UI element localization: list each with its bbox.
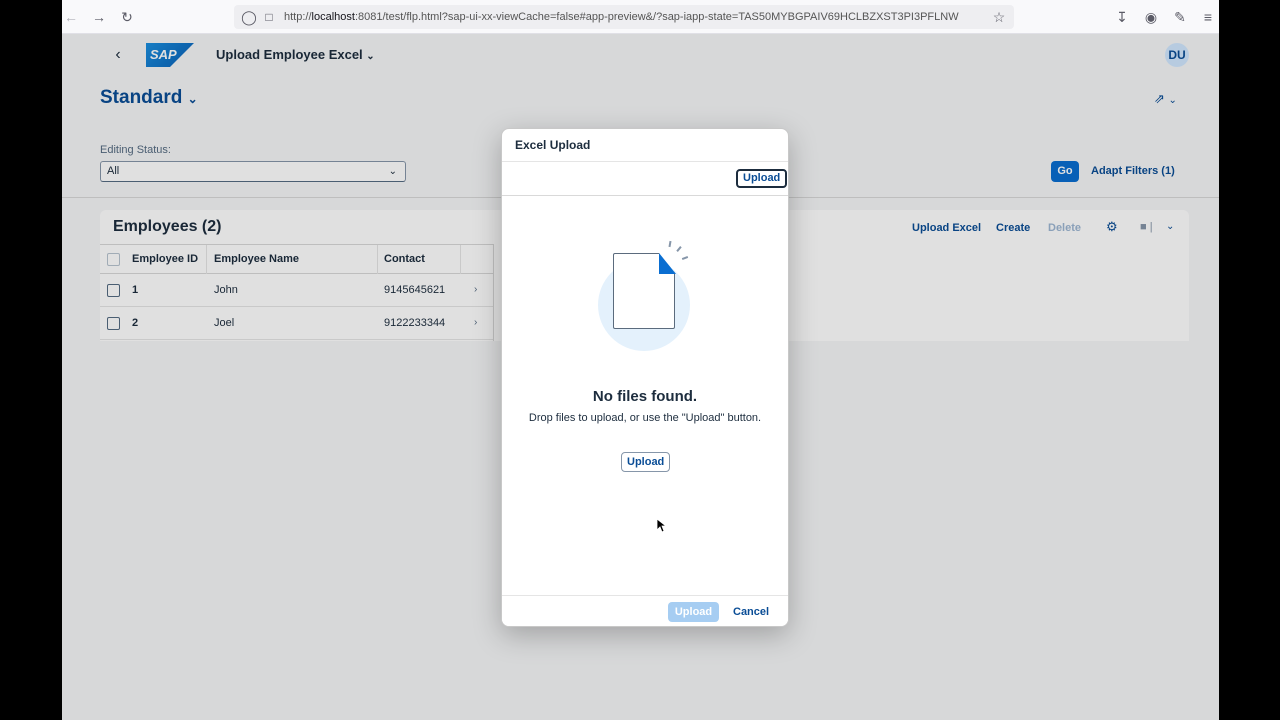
browser-forward-icon[interactable]: → <box>90 8 108 26</box>
shield-icon[interactable]: ◯ <box>240 8 258 26</box>
downloads-icon[interactable]: ↧ <box>1113 8 1131 26</box>
browser-back-icon[interactable]: ← <box>62 8 80 26</box>
footer-upload-button[interactable]: Upload <box>668 602 719 622</box>
empty-state-hint: Drop files to upload, or use the "Upload… <box>528 412 762 424</box>
account-icon[interactable]: ◉ <box>1142 8 1160 26</box>
menu-icon[interactable]: ≡ <box>1199 8 1217 26</box>
dialog-footer: Upload Cancel <box>502 595 788 626</box>
url-text[interactable]: http://localhost:8081/test/flp.html?sap-… <box>284 5 984 29</box>
address-bar[interactable]: ◯ □ http://localhost:8081/test/flp.html?… <box>234 5 1014 29</box>
center-upload-button[interactable]: Upload <box>621 452 671 472</box>
dialog-title: Excel Upload <box>515 138 591 152</box>
sparkle-mark <box>668 240 672 248</box>
empty-state-title: No files found. <box>592 388 698 405</box>
app-frame: ← → ↻ ◯ □ http://localhost:8081/test/flp… <box>62 0 1219 720</box>
browser-toolbar: ← → ↻ ◯ □ http://localhost:8081/test/flp… <box>62 0 1219 34</box>
mouse-cursor-icon <box>657 519 667 533</box>
toolbar-upload-button[interactable]: Upload <box>736 169 788 188</box>
dialog-toolbar: Upload <box>502 162 788 196</box>
page-info-icon[interactable]: □ <box>260 8 278 26</box>
bookmark-star-icon[interactable]: ☆ <box>990 8 1008 26</box>
sparkle-mark <box>676 246 682 252</box>
sparkle-mark <box>681 256 689 260</box>
browser-reload-icon[interactable]: ↻ <box>118 8 136 26</box>
excel-upload-dialog: Excel Upload Upload No files found. Drop… <box>501 128 789 627</box>
no-files-illustration <box>596 240 696 351</box>
extensions-icon[interactable]: ✎ <box>1171 8 1189 26</box>
cancel-button[interactable]: Cancel <box>733 602 769 622</box>
